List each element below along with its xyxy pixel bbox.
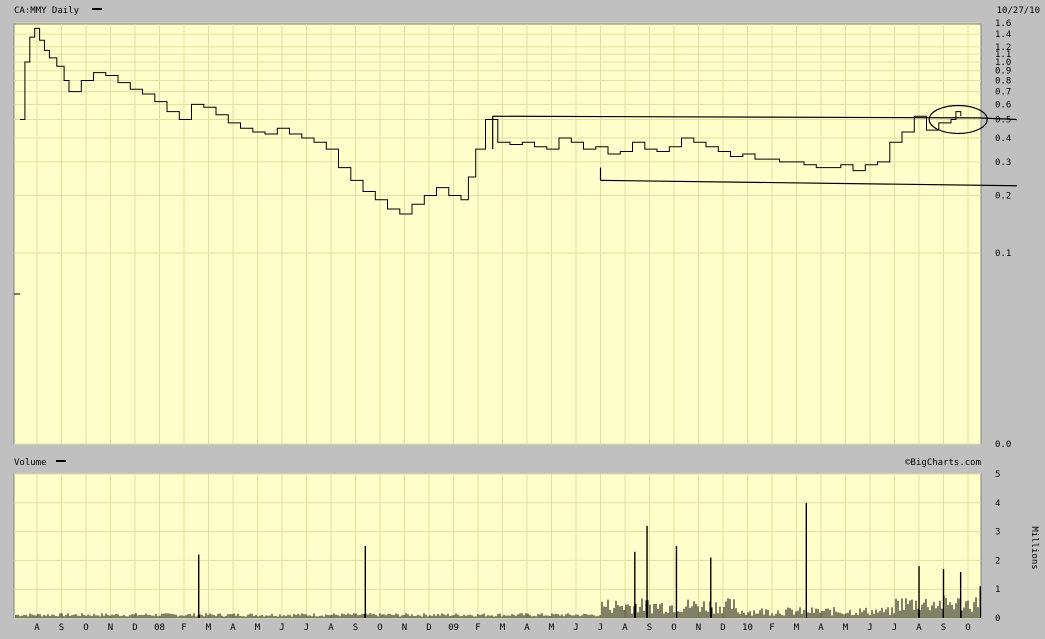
x-tick-label: D: [720, 623, 725, 633]
x-tick-label: 08: [154, 623, 165, 633]
title-legend-marker: [92, 8, 102, 10]
x-tick-label: J: [573, 623, 578, 633]
x-tick-label: M: [549, 623, 555, 633]
chart-title: CA:MMY Daily: [14, 6, 80, 16]
x-tick-label: O: [671, 623, 676, 633]
chart-canvas: 1.61.41.21.11.00.90.80.70.60.50.40.30.20…: [0, 0, 1045, 635]
volume-legend-marker: [56, 460, 66, 462]
x-tick-label: F: [769, 623, 774, 633]
price-tick-label: 0.3: [995, 158, 1011, 168]
x-tick-label: A: [524, 623, 530, 633]
x-tick-label: M: [843, 623, 849, 633]
x-tick-label: J: [867, 623, 872, 633]
price-tick-label: 0.7: [995, 88, 1011, 98]
x-tick-label: F: [475, 623, 480, 633]
x-tick-label: A: [34, 623, 40, 633]
x-tick-label: S: [647, 623, 652, 633]
x-tick-label: J: [279, 623, 284, 633]
bigcharts-credit: ©BigCharts.com: [905, 458, 981, 468]
x-tick-label: F: [181, 623, 186, 633]
x-tick-label: D: [426, 623, 431, 633]
price-tick-label: 1.6: [995, 19, 1011, 29]
x-tick-label: M: [206, 623, 212, 633]
volume-tick-label: 0: [995, 614, 1000, 624]
x-tick-label: A: [818, 623, 824, 633]
x-tick-label: A: [328, 623, 334, 633]
price-tick-label: 0.1: [995, 249, 1011, 259]
x-tick-label: 10: [742, 623, 753, 633]
price-tick-label: 0.2: [995, 192, 1011, 202]
x-tick-label: A: [622, 623, 628, 633]
price-tick-label: 0.0: [995, 440, 1011, 450]
x-tick-label: N: [108, 623, 113, 633]
x-tick-label: N: [696, 623, 701, 633]
price-tick-label: 0.8: [995, 77, 1011, 87]
x-tick-label: O: [83, 623, 88, 633]
price-tick-label: 1.4: [995, 30, 1011, 40]
x-tick-label: M: [794, 623, 800, 633]
x-tick-label: A: [916, 623, 922, 633]
x-tick-label: S: [59, 623, 64, 633]
x-tick-label: N: [402, 623, 407, 633]
chart-date: 10/27/10: [997, 6, 1040, 16]
volume-tick-label: 3: [995, 528, 1000, 538]
x-tick-label: J: [598, 623, 603, 633]
x-tick-label: M: [255, 623, 261, 633]
price-tick-label: 0.4: [995, 134, 1011, 144]
x-tick-label: S: [353, 623, 358, 633]
x-tick-label: D: [132, 623, 137, 633]
volume-unit-label: Millions: [1029, 526, 1039, 569]
x-tick-label: O: [377, 623, 382, 633]
volume-tick-label: 2: [995, 556, 1000, 566]
volume-tick-label: 5: [995, 470, 1000, 480]
volume-tick-label: 1: [995, 585, 1000, 595]
x-tick-label: A: [230, 623, 236, 633]
volume-tick-label: 4: [995, 499, 1000, 509]
price-tick-label: 0.6: [995, 100, 1011, 110]
x-tick-label: O: [965, 623, 970, 633]
volume-title: Volume: [14, 458, 47, 468]
price-tick-label: 0.9: [995, 67, 1011, 77]
x-tick-label: 09: [448, 623, 459, 633]
stock-chart: 1.6 1.4 1.2 1.1 1.0 0.9 0.8 0.7 0.6 0.5 0.4 0.3 0.2 0…: [0, 0, 1045, 635]
x-tick-label: J: [892, 623, 897, 633]
x-tick-label: J: [304, 623, 309, 633]
x-tick-label: S: [941, 623, 946, 633]
x-tick-label: M: [500, 623, 506, 633]
volume-header-bar: [0, 452, 1045, 468]
price-tick-label: 0.5: [995, 115, 1011, 125]
